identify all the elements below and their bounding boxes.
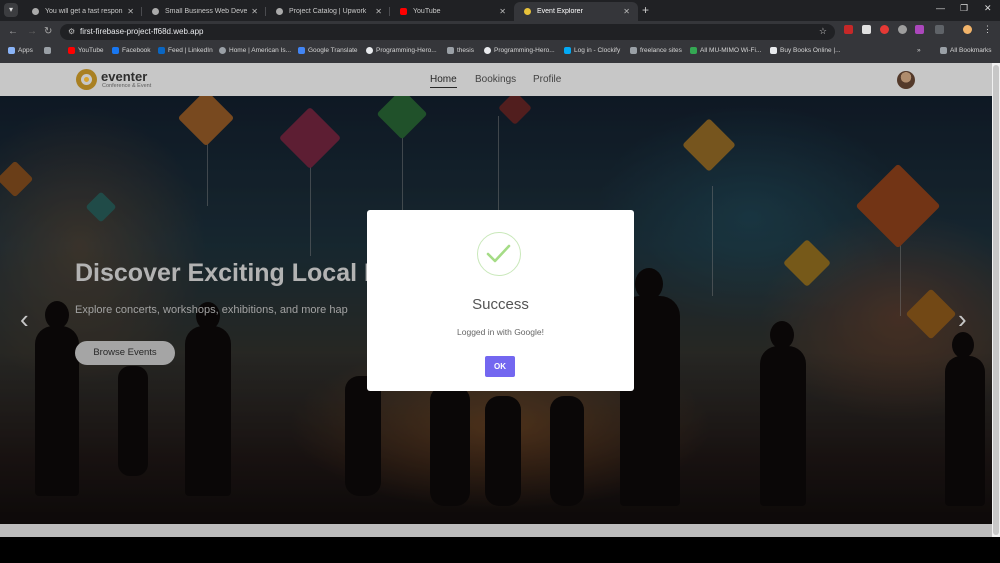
tab-favicon-icon <box>152 8 159 15</box>
bookmark-thesis[interactable]: thesis <box>447 47 474 54</box>
restore-icon[interactable]: ❐ <box>960 3 968 14</box>
address-bar[interactable]: ⚙ first-firebase-project-ff68d.web.app ☆ <box>60 24 835 40</box>
forward-icon[interactable]: → <box>27 26 37 37</box>
clockify-icon <box>564 47 571 54</box>
new-tab-button[interactable]: + <box>642 3 649 17</box>
bookmark-clockify[interactable]: Log in - Clockify <box>564 47 620 54</box>
bookmark-youtube[interactable]: YouTube <box>68 47 104 54</box>
extension-icon[interactable] <box>844 25 853 34</box>
minimize-icon[interactable]: — <box>936 3 945 13</box>
bookmark-translate[interactable]: Google Translate <box>298 47 358 54</box>
bookmark-books[interactable]: Buy Books Online |... <box>770 47 841 54</box>
ok-button[interactable]: OK <box>485 356 515 377</box>
bookmark-grid[interactable] <box>44 47 54 54</box>
bookmark-facebook[interactable]: Facebook <box>112 47 151 54</box>
tab-small-business[interactable]: Small Business Web Develop ✕ <box>142 2 266 21</box>
grid-icon <box>44 47 51 54</box>
globe-icon <box>219 47 226 54</box>
url-text: first-firebase-project-ff68d.web.app <box>80 27 204 36</box>
bookmarks-bar: Apps YouTube Facebook Feed | LinkedIn Ho… <box>0 43 1000 64</box>
tab-favicon-icon <box>276 8 283 15</box>
tab-youtube[interactable]: YouTube ✕ <box>390 2 514 21</box>
success-check-icon <box>477 232 521 276</box>
folder-icon <box>940 47 947 54</box>
bookmark-wifi[interactable]: All MU-MIMO Wi-Fi... <box>690 47 761 54</box>
close-tab-icon[interactable]: ✕ <box>251 7 258 16</box>
tab-strip: ▾ You will get a fast responsive R ✕ Sma… <box>0 0 1000 21</box>
bookmark-american[interactable]: Home | American Is... <box>219 47 291 54</box>
bookmarks-overflow[interactable]: » <box>917 47 921 54</box>
back-icon[interactable]: ← <box>8 26 18 37</box>
site-info-icon[interactable]: ⚙ <box>68 27 75 36</box>
folder-icon <box>447 47 454 54</box>
extension-icon[interactable] <box>898 25 907 34</box>
facebook-icon <box>112 47 119 54</box>
close-tab-icon[interactable]: ✕ <box>499 7 506 16</box>
close-tab-icon[interactable]: ✕ <box>127 7 134 16</box>
github-icon <box>366 47 373 54</box>
extension-icon[interactable] <box>880 25 889 34</box>
chrome-menu-icon[interactable]: ⋮ <box>983 25 992 34</box>
tab-search-button[interactable]: ▾ <box>4 3 18 17</box>
folder-icon <box>630 47 637 54</box>
extensions-puzzle-icon[interactable] <box>935 25 944 34</box>
page-scrollbar[interactable] <box>992 63 1000 537</box>
bookmark-programming-hero-1[interactable]: Programming-Hero... <box>366 47 437 54</box>
wifi-icon <box>690 47 697 54</box>
close-tab-icon[interactable]: ✕ <box>623 7 630 16</box>
bookmark-apps[interactable]: Apps <box>8 47 33 54</box>
tab-fiverr-gig[interactable]: You will get a fast responsive R ✕ <box>22 2 142 21</box>
profile-avatar-icon[interactable] <box>963 25 972 34</box>
reload-icon[interactable]: ↻ <box>44 26 52 37</box>
close-tab-icon[interactable]: ✕ <box>375 7 382 16</box>
bookmark-star-icon[interactable]: ☆ <box>819 26 827 37</box>
apps-grid-icon <box>8 47 15 54</box>
tab-event-explorer[interactable]: Event Explorer ✕ <box>514 2 638 21</box>
browser-chrome: ▾ You will get a fast responsive R ✕ Sma… <box>0 0 1000 64</box>
tab-upwork[interactable]: Project Catalog | Upwork ✕ <box>266 2 390 21</box>
success-dialog: Success Logged in with Google! OK <box>367 210 634 391</box>
youtube-icon <box>68 47 75 54</box>
dialog-title: Success <box>472 296 529 313</box>
event-favicon-icon <box>524 8 531 15</box>
tab-favicon-icon <box>32 8 39 15</box>
dialog-message: Logged in with Google! <box>457 327 544 337</box>
bookmark-linkedin[interactable]: Feed | LinkedIn <box>158 47 213 54</box>
extension-icon[interactable] <box>862 25 871 34</box>
translate-icon <box>298 47 305 54</box>
github-icon <box>484 47 491 54</box>
bookmark-freelance[interactable]: freelance sites <box>630 47 682 54</box>
extension-icon[interactable] <box>915 25 924 34</box>
bookmark-programming-hero-2[interactable]: Programming-Hero... <box>484 47 555 54</box>
all-bookmarks[interactable]: All Bookmarks <box>940 47 992 54</box>
linkedin-icon <box>158 47 165 54</box>
website-viewport: eventer Conference & Event Home Bookings… <box>0 63 992 537</box>
book-icon <box>770 47 777 54</box>
youtube-icon <box>400 8 407 15</box>
scrollbar-thumb[interactable] <box>993 65 999 535</box>
close-window-icon[interactable]: ✕ <box>984 3 992 14</box>
